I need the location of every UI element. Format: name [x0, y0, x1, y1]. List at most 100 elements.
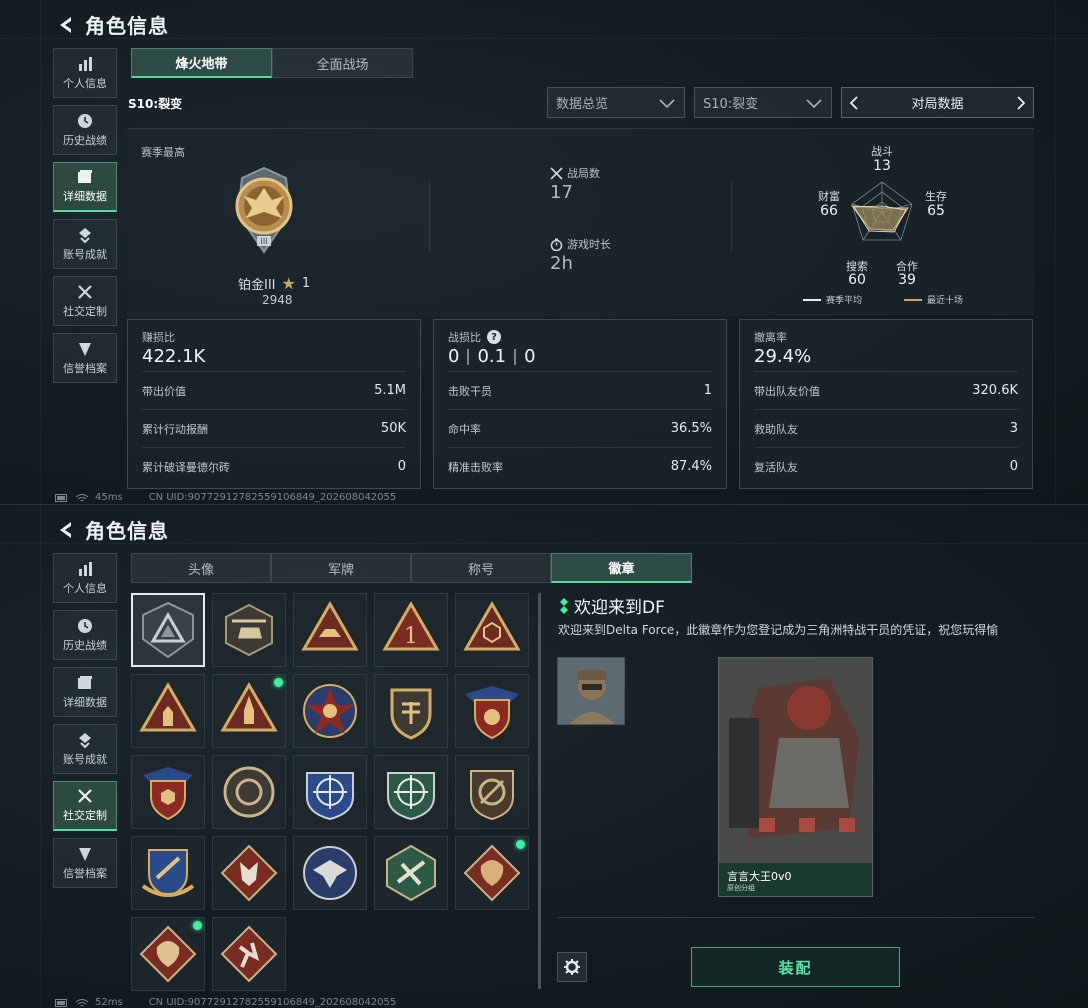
divider [558, 917, 1035, 918]
sidebar-item-label: 个人信息 [63, 76, 107, 90]
page-title: 角色信息 [85, 519, 169, 543]
kd-card: 战损比 ? 0 0.1 0 击败干员 1 命中率 36.5% 精准击败率 87.4% [433, 319, 727, 489]
row-value: 50K [380, 421, 406, 436]
sidebar-item-label: 账号成就 [63, 247, 107, 261]
profit-card: 赚损比 422.1K 带出价值 5.1M 累计行动报酬 50K 累计破译曼德尔砖 0 [127, 319, 421, 489]
sidebar-item-detailed-data[interactable]: 详细数据 [53, 162, 117, 212]
badge-item[interactable] [293, 593, 367, 667]
badge-item[interactable] [131, 836, 205, 910]
sidebar-item-credit[interactable]: 信誉档案 [53, 838, 117, 888]
tab-warzone[interactable]: 烽火地带 [131, 48, 272, 78]
sidebar-item-social[interactable]: 社交定制 [53, 781, 117, 831]
tab-avatar[interactable]: 头像 [131, 553, 271, 583]
shield-icon [79, 847, 91, 861]
legend-swatch [904, 298, 922, 301]
badge-item[interactable] [131, 593, 205, 667]
badge-item[interactable] [374, 674, 448, 748]
stat-row: 累计行动报酬 50K [142, 409, 406, 447]
row-label: 复活队友 [754, 460, 798, 474]
star-skull-badge-icon [303, 684, 357, 738]
row-value: 0 [1009, 459, 1018, 474]
badge-item[interactable] [455, 593, 529, 667]
winged-shield-badge-icon [465, 686, 519, 740]
page-header: 角色信息 [55, 515, 169, 544]
badge-item[interactable] [212, 755, 286, 829]
badge-item[interactable] [455, 755, 529, 829]
badge-item[interactable] [293, 836, 367, 910]
card-head-label-text: 战损比 [448, 331, 481, 344]
divider [40, 505, 41, 1008]
ratio-value: 0 [524, 346, 536, 367]
settings-button[interactable] [557, 952, 587, 982]
sidebar-item-social[interactable]: 社交定制 [53, 276, 117, 326]
row-label: 精准击败率 [448, 460, 503, 474]
card-head-label: 撤离率 [754, 331, 787, 344]
star-icon: ★ [281, 274, 296, 293]
folder-icon [78, 675, 92, 689]
tab-badge[interactable]: 徽章 [551, 553, 692, 583]
badge-item[interactable] [374, 836, 448, 910]
overview-dropdown[interactable]: 数据总览 [547, 87, 685, 118]
player-avatar[interactable] [557, 657, 625, 725]
badge-scrollbar[interactable] [538, 593, 541, 989]
sidebar-item-achievements[interactable]: 账号成就 [53, 724, 117, 774]
tab-dogtag[interactable]: 军牌 [271, 553, 411, 583]
stat-row: 带出价值 5.1M [142, 371, 406, 409]
operator-card[interactable]: 言言大王0v0 原创分组 [718, 657, 873, 897]
badge-item[interactable] [131, 674, 205, 748]
legend-season-average: 赛季平均 [803, 293, 862, 306]
battery-icon [55, 493, 67, 502]
badge-item[interactable] [212, 836, 286, 910]
help-icon[interactable]: ? [487, 330, 501, 344]
dropdown-value: 数据总览 [556, 97, 609, 112]
equip-button[interactable]: 装配 [691, 947, 900, 987]
tab-title[interactable]: 称号 [411, 553, 551, 583]
folder-icon [78, 170, 92, 183]
badge-title-text: 欢迎来到DF [574, 598, 665, 618]
sidebar-item-detailed-data[interactable]: 详细数据 [53, 667, 117, 717]
new-indicator-dot [274, 678, 283, 687]
sidebar-item-credit[interactable]: 信誉档案 [53, 333, 117, 383]
season-dropdown[interactable]: S10:裂变 [694, 87, 832, 118]
wifi-icon [75, 998, 89, 1006]
crosshair-green-badge-icon [387, 772, 435, 821]
operator-art-icon [719, 658, 872, 896]
badge-item[interactable] [293, 674, 367, 748]
sidebar-item-label: 历史战绩 [63, 638, 107, 652]
ping-value: 45ms [95, 492, 123, 503]
badge-item[interactable] [455, 674, 529, 748]
badge-item[interactable] [131, 755, 205, 829]
achievement-icon [79, 732, 91, 748]
wolf-badge-icon [220, 844, 278, 902]
sidebar-item-history[interactable]: 历史战绩 [53, 610, 117, 660]
operator-card-name: 言言大王0v0 [727, 870, 792, 883]
sidebar-item-label: 账号成就 [63, 752, 107, 766]
chevron-right-icon[interactable] [1015, 95, 1027, 111]
new-indicator-dot [516, 840, 525, 849]
sidebar-item-history[interactable]: 历史战绩 [53, 105, 117, 155]
sidebar-item-profile[interactable]: 个人信息 [53, 553, 117, 603]
badge-item[interactable] [293, 755, 367, 829]
new-indicator-dot [193, 921, 202, 930]
matches-label-text: 战局数 [567, 167, 600, 180]
ratio-separator [514, 348, 517, 365]
triangle-rocket-badge-icon [220, 682, 278, 732]
chevron-left-icon[interactable] [848, 95, 860, 111]
tab-full-battle[interactable]: 全面战场 [272, 48, 413, 78]
badge-item[interactable] [212, 593, 286, 667]
back-arrow-icon[interactable] [55, 14, 77, 36]
runner-badge-icon [220, 925, 278, 983]
legend-label: 赛季平均 [826, 296, 863, 306]
sidebar-item-achievements[interactable]: 账号成就 [53, 219, 117, 269]
dragon-badge-icon [463, 844, 521, 902]
badge-item[interactable] [212, 917, 286, 991]
sidebar-item-profile[interactable]: 个人信息 [53, 48, 117, 98]
badge-item[interactable] [374, 755, 448, 829]
badge-item[interactable]: 1 [374, 593, 448, 667]
stat-row: 精准击败率 87.4% [448, 447, 712, 485]
wifi-icon [75, 493, 89, 501]
svg-text:1: 1 [404, 624, 418, 649]
row-value: 0 [397, 459, 406, 474]
back-arrow-icon[interactable] [55, 519, 77, 541]
divider [731, 182, 732, 252]
